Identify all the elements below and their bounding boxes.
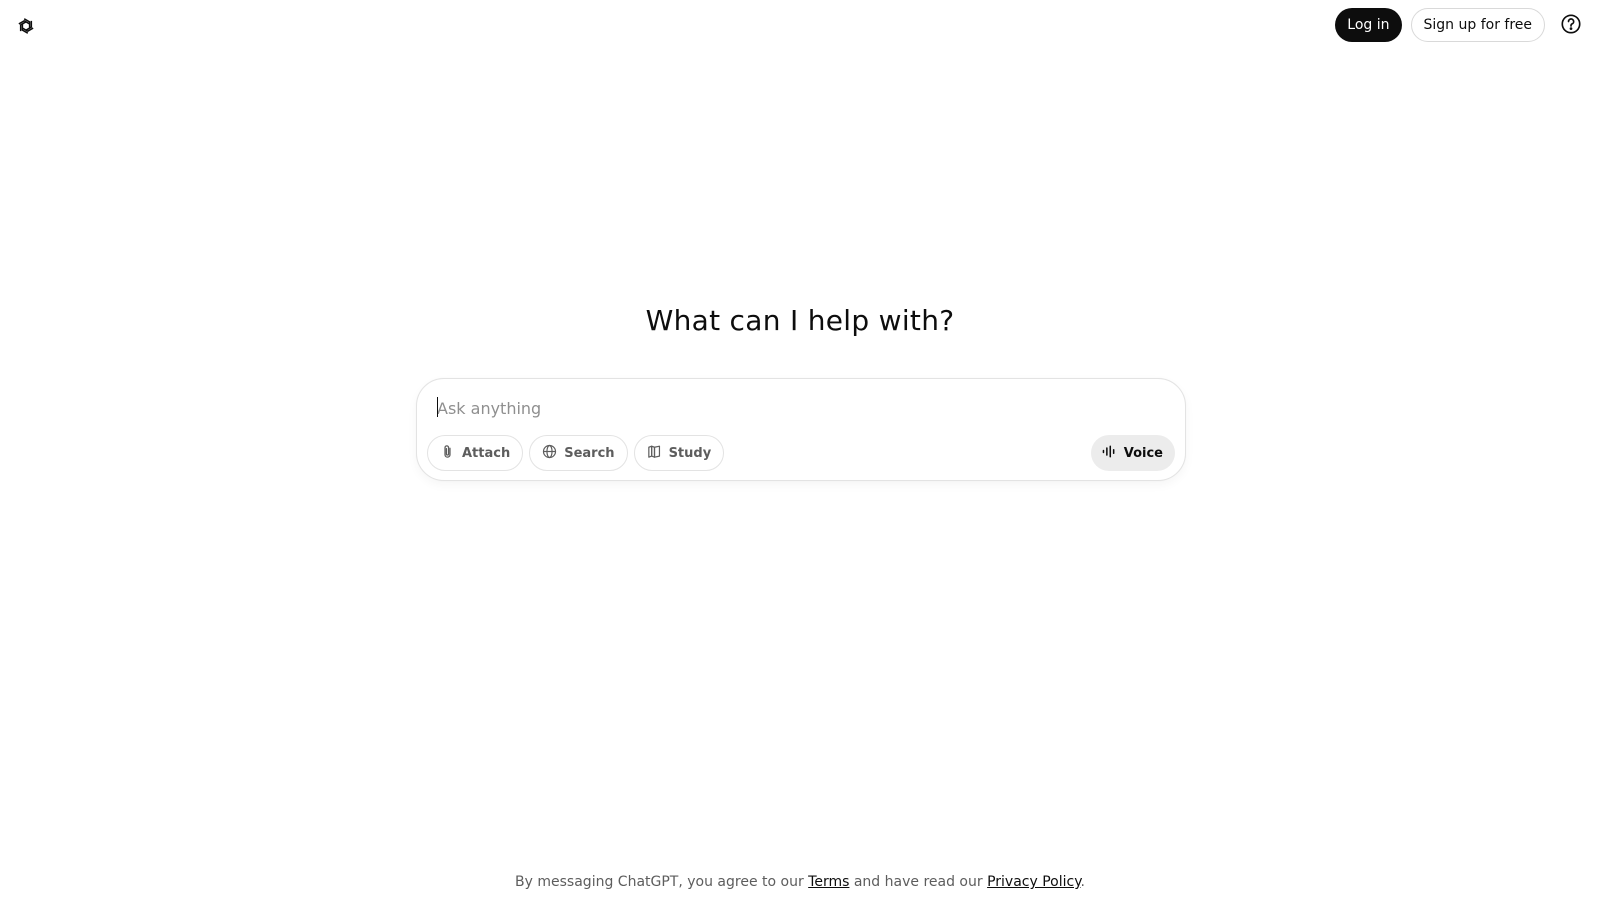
prompt-composer: Attach Search	[416, 378, 1186, 481]
attach-button[interactable]: Attach	[427, 435, 524, 471]
search-label: Search	[564, 445, 615, 461]
legal-footer: By messaging ChatGPT, you agree to our T…	[0, 874, 1600, 890]
openai-logo-icon[interactable]	[14, 14, 38, 38]
help-button[interactable]	[1554, 8, 1588, 42]
text-caret	[437, 397, 438, 417]
study-label: Study	[668, 445, 712, 461]
voice-button[interactable]: Voice	[1090, 435, 1175, 471]
terms-link[interactable]: Terms	[808, 874, 849, 890]
voice-label: Voice	[1123, 445, 1163, 461]
footer-prefix: By messaging ChatGPT, you agree to our	[515, 874, 809, 890]
attach-label: Attach	[462, 445, 511, 461]
question-circle-icon	[1560, 13, 1582, 38]
header-actions: Log in Sign up for free	[1335, 8, 1588, 42]
footer-suffix: .	[1080, 874, 1085, 890]
signup-button[interactable]: Sign up for free	[1410, 8, 1545, 42]
book-icon	[646, 443, 663, 464]
search-button[interactable]: Search	[529, 435, 628, 471]
page: Log in Sign up for free What can I help …	[0, 0, 1600, 900]
prompt-input[interactable]	[437, 395, 1157, 421]
login-button[interactable]: Log in	[1335, 8, 1402, 42]
globe-icon	[541, 443, 558, 464]
study-button[interactable]: Study	[633, 435, 725, 471]
footer-middle: and have read our	[849, 874, 988, 890]
composer-tools: Attach Search Study	[427, 435, 725, 471]
paperclip-icon	[439, 443, 456, 464]
privacy-policy-link[interactable]: Privacy Policy	[987, 874, 1080, 890]
waveform-icon	[1101, 443, 1118, 464]
page-title: What can I help with?	[645, 304, 955, 337]
